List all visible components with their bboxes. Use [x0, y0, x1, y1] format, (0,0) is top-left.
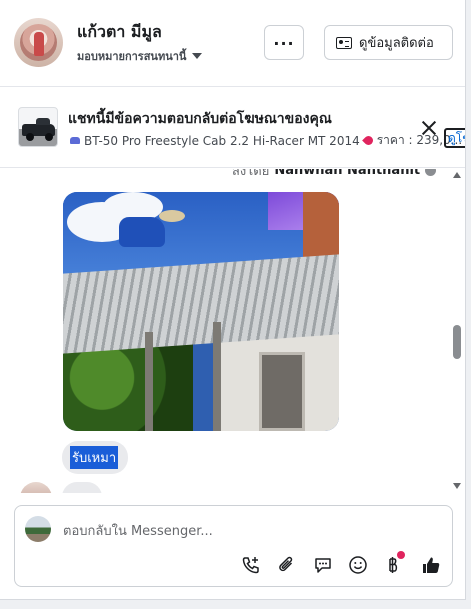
- view-contact-label: ดูข้อมูลติดต่อ: [359, 36, 434, 51]
- ad-product-name: BT-50 Pro Freestyle Cab 2.2 Hi-Racer MT …: [84, 133, 360, 148]
- message-bubble[interactable]: รับเหมา: [62, 441, 128, 474]
- ad-banner-heading: แชทนี้มีข้อความตอบกลับต่อโฆษณาของคุณ: [68, 111, 332, 127]
- sent-by-name: Nanwhan Nanthanit: [274, 169, 421, 178]
- car-icon: [70, 137, 80, 144]
- conversation-panel: แก้วตา มีมูล มอบหมายการสนทนานี้ ... ดูข้…: [0, 0, 466, 600]
- more-options-button[interactable]: ...: [264, 25, 304, 60]
- message-photo[interactable]: [63, 192, 339, 431]
- call-add-icon[interactable]: [239, 553, 263, 577]
- truck-wheel: [26, 133, 34, 141]
- assign-conversation[interactable]: มอบหมายการสนทนานี้: [77, 47, 203, 65]
- sent-by-line: ส่งโดย Nanwhan Nanthanit: [232, 169, 437, 181]
- chat-bubble-icon[interactable]: [311, 553, 335, 577]
- message-text: รับเหมา: [70, 446, 119, 469]
- pin-icon: [361, 134, 375, 147]
- caret-down-icon: [192, 53, 203, 59]
- close-icon[interactable]: [420, 119, 438, 137]
- message-thread[interactable]: ส่งโดย Nanwhan Nanthanit รับเหมา: [0, 169, 465, 493]
- photo-worker: [119, 217, 165, 247]
- reply-input[interactable]: ตอบกลับใน Messenger...: [63, 520, 213, 541]
- view-ad-link[interactable]: ดูโฆษ: [444, 128, 465, 148]
- reply-composer[interactable]: ตอบกลับใน Messenger...: [14, 505, 453, 587]
- baht-icon[interactable]: [381, 551, 405, 577]
- avatar-figure: [34, 32, 44, 56]
- photo-pole: [145, 332, 153, 431]
- attach-icon[interactable]: [275, 553, 299, 577]
- info-icon[interactable]: [425, 169, 437, 176]
- conversation-header: แก้วตา มีมูล มอบหมายการสนทนานี้ ... ดูข้…: [0, 0, 465, 87]
- page-avatar: [25, 516, 51, 542]
- scroll-down-icon[interactable]: [453, 483, 461, 489]
- photo-tree: [63, 342, 193, 431]
- view-contact-button[interactable]: ดูข้อมูลติดต่อ: [324, 25, 453, 60]
- like-icon[interactable]: [419, 553, 443, 577]
- photo-hat: [159, 210, 185, 222]
- more-icon: ...: [273, 29, 295, 49]
- scrollbar-thumb[interactable]: [453, 325, 461, 359]
- notification-dot: [397, 551, 405, 559]
- contact-card-icon: [336, 36, 352, 49]
- photo-window: [259, 352, 305, 431]
- sender-avatar[interactable]: [20, 482, 52, 493]
- ad-product-line: BT-50 Pro Freestyle Cab 2.2 Hi-Racer MT …: [70, 131, 462, 150]
- contact-avatar[interactable]: [14, 18, 63, 67]
- assign-label: มอบหมายการสนทนานี้: [77, 50, 187, 63]
- truck-wheel: [45, 133, 53, 141]
- emoji-icon[interactable]: [346, 553, 370, 577]
- ad-context-banner: แชทนี้มีข้อความตอบกลับต่อโฆษณาของคุณ BT-…: [0, 88, 465, 168]
- contact-name[interactable]: แก้วตา มีมูล: [77, 20, 162, 45]
- ad-thumbnail[interactable]: [18, 107, 58, 147]
- photo-pole: [213, 322, 221, 431]
- scroll-up-icon[interactable]: [453, 172, 461, 178]
- message-bubble-partial[interactable]: [62, 482, 102, 493]
- sent-by-prefix: ส่งโดย: [232, 169, 270, 179]
